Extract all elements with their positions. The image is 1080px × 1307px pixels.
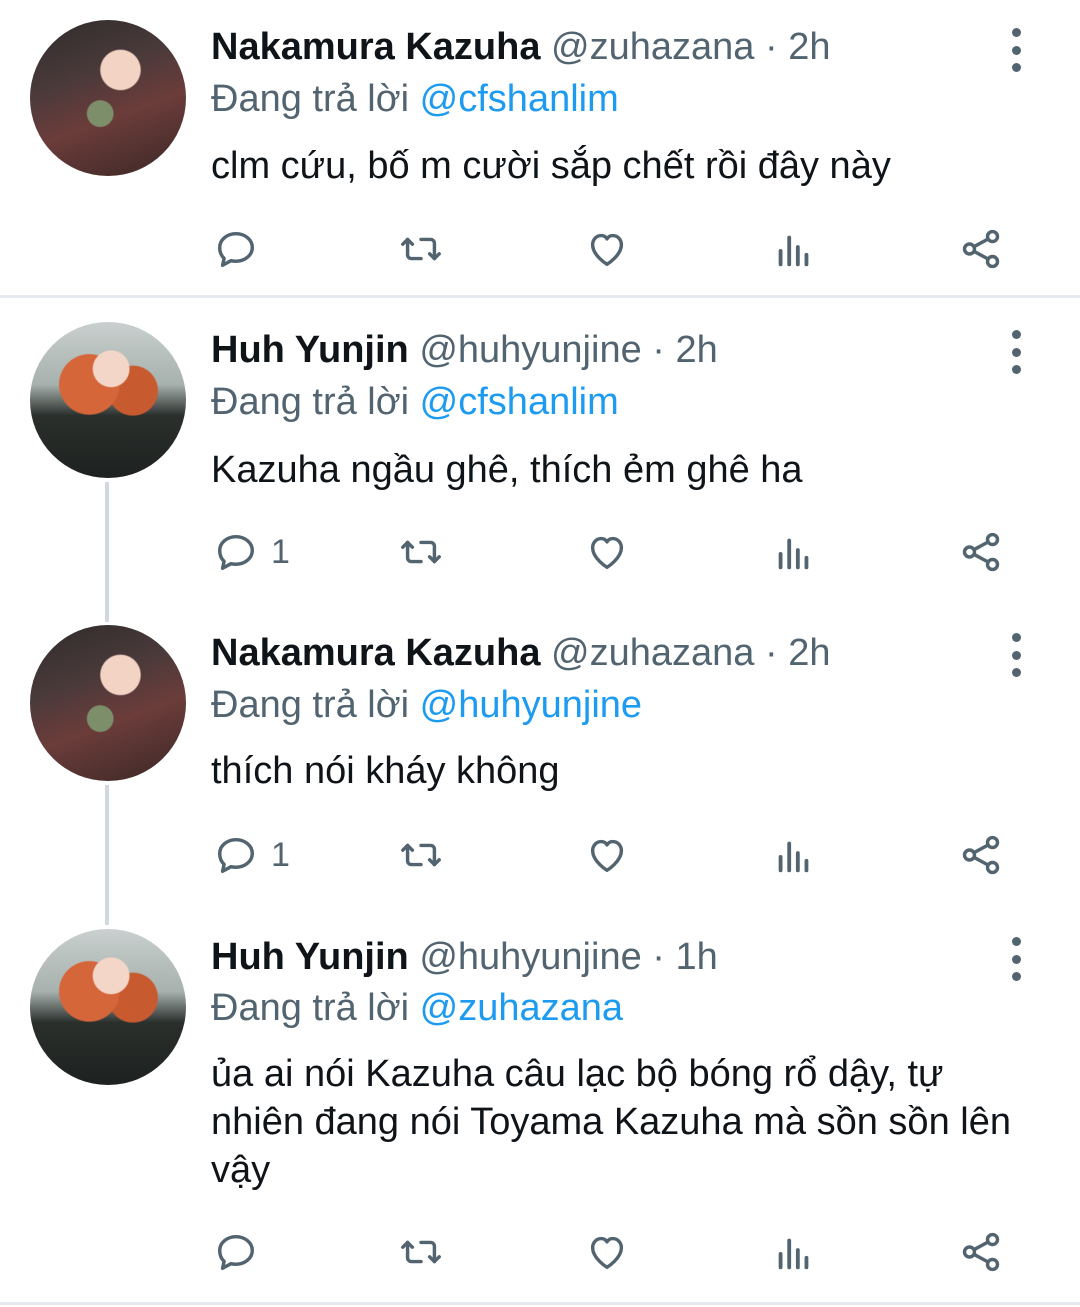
views-button[interactable] xyxy=(771,1227,817,1277)
share-button[interactable] xyxy=(958,527,1004,577)
views-icon xyxy=(771,529,817,575)
share-button[interactable] xyxy=(958,224,1004,274)
views-button[interactable] xyxy=(771,224,817,274)
mention-link[interactable]: @cfshanlim xyxy=(420,381,619,423)
views-icon xyxy=(771,832,817,878)
tweet[interactable]: Huh Yunjin @huhyunjine · 2h Đang trả lời… xyxy=(0,300,1080,600)
avatar[interactable] xyxy=(30,322,186,478)
tweet-text: Kazuha ngầu ghê, thích ẻm ghê ha xyxy=(211,449,803,491)
reply-button[interactable] xyxy=(213,224,271,274)
like-icon xyxy=(584,832,630,878)
retweet-button[interactable] xyxy=(398,224,444,274)
retweet-button[interactable] xyxy=(398,527,444,577)
retweet-button[interactable] xyxy=(398,1227,444,1277)
like-button[interactable] xyxy=(584,224,630,274)
reply-button[interactable]: 1 xyxy=(213,527,290,577)
like-icon xyxy=(584,1229,630,1275)
retweet-icon xyxy=(398,832,444,878)
tweet[interactable]: Huh Yunjin @huhyunjine · 1h Đang trả lời… xyxy=(0,907,1080,1297)
tweet-actions xyxy=(0,224,1080,274)
replying-to: Đang trả lời @cfshanlim xyxy=(211,381,619,424)
share-icon xyxy=(958,1229,1004,1275)
mention-link[interactable]: @zuhazana xyxy=(420,987,623,1029)
retweet-icon xyxy=(398,529,444,575)
like-button[interactable] xyxy=(584,1227,630,1277)
mention-link[interactable]: @huhyunjine xyxy=(420,684,642,726)
display-name[interactable]: Huh Yunjin xyxy=(211,936,409,978)
reply-button[interactable]: 1 xyxy=(213,830,290,880)
tweet-header: Nakamura Kazuha @zuhazana · 2h xyxy=(211,632,830,675)
avatar[interactable] xyxy=(30,625,186,781)
user-handle[interactable]: @huhyunjine xyxy=(419,329,641,371)
replying-to: Đang trả lời @huhyunjine xyxy=(211,684,642,727)
like-icon xyxy=(584,226,630,272)
like-button[interactable] xyxy=(584,527,630,577)
tweet-header: Nakamura Kazuha @zuhazana · 2h xyxy=(211,26,830,69)
timestamp: · 1h xyxy=(652,936,718,978)
tweet-text: ủa ai nói Kazuha câu lạc bộ bóng rổ dậy,… xyxy=(211,1053,1011,1191)
reply-button[interactable] xyxy=(213,1227,271,1277)
timestamp: · 2h xyxy=(764,26,831,68)
tweet-text: thích nói kháy không xyxy=(211,750,560,792)
timestamp: · 2h xyxy=(764,632,831,674)
reply-icon xyxy=(213,529,259,575)
like-icon xyxy=(584,529,630,575)
replying-to: Đang trả lời @zuhazana xyxy=(211,987,623,1030)
share-button[interactable] xyxy=(958,1227,1004,1277)
tweet-actions: 1 xyxy=(0,830,1080,880)
tweet[interactable]: Nakamura Kazuha @zuhazana · 2h Đang trả … xyxy=(0,0,1080,296)
more-icon[interactable] xyxy=(1004,330,1028,374)
tweet-text: clm cứu, bố m cười sắp chết rồi đây này xyxy=(211,145,891,187)
user-handle[interactable]: @zuhazana xyxy=(551,632,754,674)
reply-count: 1 xyxy=(271,835,290,874)
replying-to-label: Đang trả lời xyxy=(211,381,410,423)
user-handle[interactable]: @zuhazana xyxy=(551,26,754,68)
more-icon[interactable] xyxy=(1004,937,1028,981)
replying-to-label: Đang trả lời xyxy=(211,78,410,120)
timestamp: · 2h xyxy=(652,329,718,371)
retweet-button[interactable] xyxy=(398,830,444,880)
like-button[interactable] xyxy=(584,830,630,880)
more-icon[interactable] xyxy=(1004,28,1028,72)
display-name[interactable]: Nakamura Kazuha xyxy=(211,26,540,68)
avatar[interactable] xyxy=(30,929,186,1085)
views-icon xyxy=(771,1229,817,1275)
share-icon xyxy=(958,832,1004,878)
mention-link[interactable]: @cfshanlim xyxy=(420,78,619,120)
avatar[interactable] xyxy=(30,20,186,176)
share-icon xyxy=(958,529,1004,575)
views-icon xyxy=(771,226,817,272)
user-handle[interactable]: @huhyunjine xyxy=(419,936,641,978)
tweet-actions: 1 xyxy=(0,527,1080,577)
divider xyxy=(0,295,1080,298)
divider xyxy=(0,1302,1080,1305)
replying-to-label: Đang trả lời xyxy=(211,684,410,726)
retweet-icon xyxy=(398,1229,444,1275)
reply-icon xyxy=(213,1229,259,1275)
tweet-header: Huh Yunjin @huhyunjine · 2h xyxy=(211,329,718,372)
reply-icon xyxy=(213,832,259,878)
retweet-icon xyxy=(398,226,444,272)
display-name[interactable]: Nakamura Kazuha xyxy=(211,632,540,674)
reply-count: 1 xyxy=(271,532,290,571)
tweet[interactable]: Nakamura Kazuha @zuhazana · 2h Đang trả … xyxy=(0,604,1080,904)
replying-to-label: Đang trả lời xyxy=(211,987,410,1029)
share-button[interactable] xyxy=(958,830,1004,880)
tweet-header: Huh Yunjin @huhyunjine · 1h xyxy=(211,936,718,979)
display-name[interactable]: Huh Yunjin xyxy=(211,329,409,371)
views-button[interactable] xyxy=(771,527,817,577)
more-icon[interactable] xyxy=(1004,633,1028,677)
replying-to: Đang trả lời @cfshanlim xyxy=(211,78,619,121)
share-icon xyxy=(958,226,1004,272)
views-button[interactable] xyxy=(771,830,817,880)
reply-icon xyxy=(213,226,259,272)
tweet-actions xyxy=(0,1227,1080,1277)
